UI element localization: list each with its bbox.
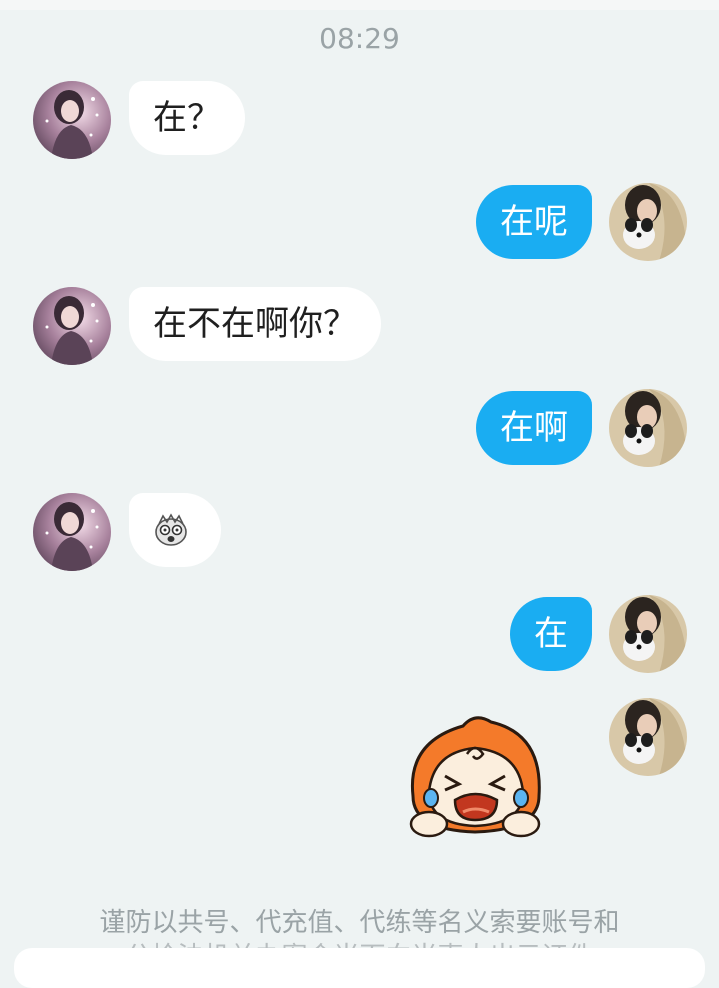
- my-avatar[interactable]: [609, 595, 687, 673]
- my-avatar-image: [609, 389, 687, 467]
- incoming-message-bubble[interactable]: 在不在啊你？: [129, 287, 381, 361]
- my-avatar[interactable]: [609, 389, 687, 467]
- input-panel[interactable]: [14, 948, 705, 988]
- my-avatar[interactable]: [609, 698, 687, 776]
- outgoing-message-bubble[interactable]: 在: [510, 597, 592, 671]
- contact-avatar-image: [33, 81, 111, 159]
- incoming-message-bubble[interactable]: 在？: [129, 81, 245, 155]
- message-timestamp: 08:29: [319, 22, 400, 55]
- my-avatar-image: [609, 698, 687, 776]
- top-strip: [0, 0, 719, 10]
- contact-avatar[interactable]: [33, 493, 111, 571]
- outgoing-sticker[interactable]: [393, 712, 557, 842]
- security-notice: 谨防以共号、代充值、代练等名义索要账号和: [99, 908, 620, 938]
- outgoing-message-bubble[interactable]: 在呢: [476, 185, 592, 259]
- my-avatar[interactable]: [609, 183, 687, 261]
- my-avatar-image: [609, 183, 687, 261]
- contact-avatar-image: [33, 493, 111, 571]
- incoming-emoji-bubble[interactable]: [129, 493, 221, 567]
- my-avatar-image: [609, 595, 687, 673]
- outgoing-message-bubble[interactable]: 在啊: [476, 391, 592, 465]
- shocked-face-emoji-icon: [155, 513, 187, 546]
- contact-avatar-image: [33, 287, 111, 365]
- crying-mascot-sticker-icon: [409, 716, 541, 838]
- contact-avatar[interactable]: [33, 287, 111, 365]
- contact-avatar[interactable]: [33, 81, 111, 159]
